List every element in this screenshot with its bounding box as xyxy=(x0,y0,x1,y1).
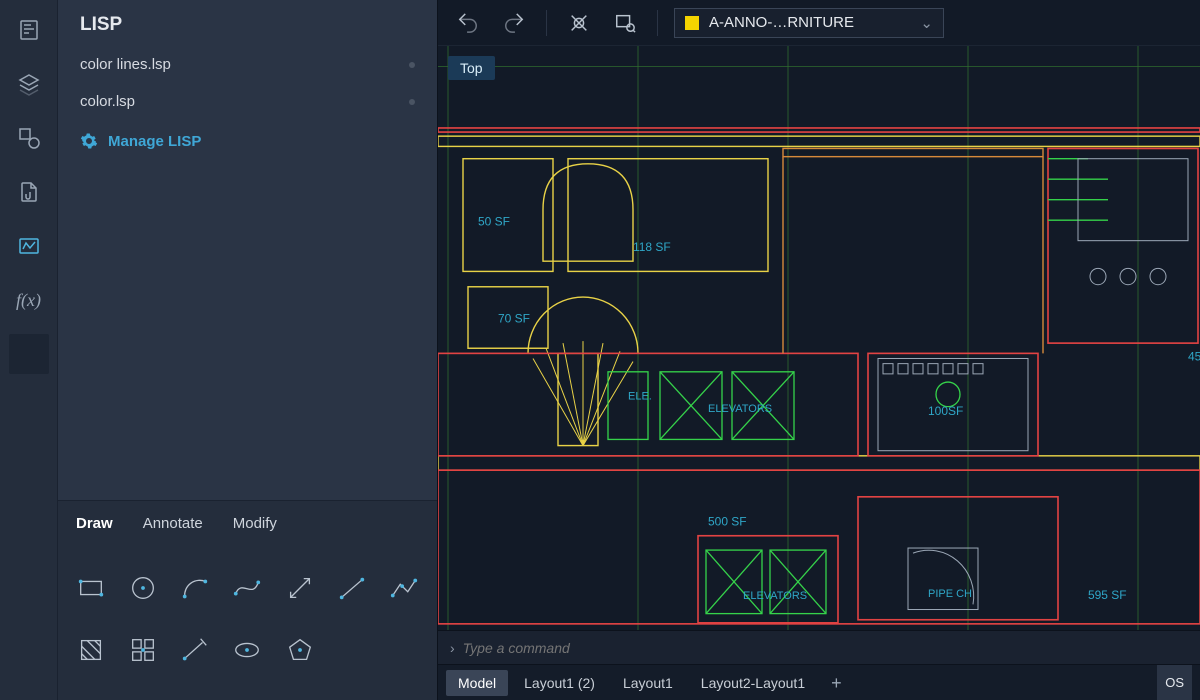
zoom-window-icon[interactable] xyxy=(609,7,641,39)
circle-tool-icon[interactable] xyxy=(120,560,166,616)
draw-tool-grid xyxy=(58,546,437,700)
blocks-panel-icon[interactable] xyxy=(9,118,49,158)
view-cube-label[interactable]: Top xyxy=(448,56,495,80)
svg-text:595 SF: 595 SF xyxy=(1088,588,1127,602)
properties-panel-icon[interactable] xyxy=(9,10,49,50)
command-line[interactable]: › xyxy=(438,630,1200,664)
layout-tab-model[interactable]: Model xyxy=(446,670,508,696)
move-tool-icon[interactable] xyxy=(277,560,323,616)
toolbar-separator xyxy=(546,10,547,36)
svg-text:70 SF: 70 SF xyxy=(498,311,530,325)
add-layout-button[interactable]: + xyxy=(821,669,852,697)
lisp-file-list: color lines.lsp color.lsp Manage LISP xyxy=(58,46,437,162)
top-toolbar: A-ANNO-…RNITURE ⌄ xyxy=(438,0,1200,46)
tab-annotate[interactable]: Annotate xyxy=(141,511,205,536)
toolbar-separator xyxy=(657,10,658,36)
command-input[interactable] xyxy=(463,640,1188,656)
main-area: A-ANNO-…RNITURE ⌄ Top xyxy=(438,0,1200,700)
dimension-tool-icon[interactable] xyxy=(172,622,218,678)
ellipse-tool-icon[interactable] xyxy=(224,622,270,678)
svg-text:45: 45 xyxy=(1188,349,1200,363)
lisp-file-row[interactable]: color lines.lsp xyxy=(58,46,437,83)
zoom-extents-icon[interactable] xyxy=(563,7,595,39)
lisp-file-row[interactable]: color.lsp xyxy=(58,83,437,120)
layer-dropdown[interactable]: A-ANNO-…RNITURE ⌄ xyxy=(674,8,944,38)
gear-icon xyxy=(80,132,98,150)
layout-tab[interactable]: Layout1 xyxy=(611,670,685,696)
attach-panel-icon[interactable] xyxy=(9,172,49,212)
lisp-panel-title: LISP xyxy=(58,0,437,46)
layout-tab-bar: Model Layout1 (2) Layout1 Layout2-Layout… xyxy=(438,664,1200,700)
layer-color-swatch xyxy=(685,16,699,30)
layout-tab[interactable]: Layout2-Layout1 xyxy=(689,670,817,696)
polyline-tool-icon[interactable] xyxy=(381,560,427,616)
spline-tool-icon[interactable] xyxy=(224,560,270,616)
lisp-file-name: color lines.lsp xyxy=(80,56,171,73)
floorplan-svg: 50 SF118 SF70 SFELE.ELEVATORS100SF500 SF… xyxy=(438,46,1200,630)
line-tool-icon[interactable] xyxy=(329,560,375,616)
trace-panel-icon[interactable] xyxy=(9,226,49,266)
left-icon-rail: f(x) xyxy=(0,0,58,700)
tab-modify[interactable]: Modify xyxy=(231,511,279,536)
undo-icon[interactable] xyxy=(452,7,484,39)
svg-text:500 SF: 500 SF xyxy=(708,514,747,528)
fx-panel-icon[interactable]: f(x) xyxy=(9,280,49,320)
left-panel: LISP color lines.lsp color.lsp Manage LI… xyxy=(58,0,438,700)
svg-text:50 SF: 50 SF xyxy=(478,214,510,228)
arc-tool-icon[interactable] xyxy=(172,560,218,616)
polygon-tool-icon[interactable] xyxy=(277,622,323,678)
tool-category-tabs: Draw Annotate Modify xyxy=(58,500,437,546)
layers-panel-icon[interactable] xyxy=(9,64,49,104)
rectangle-tool-icon[interactable] xyxy=(68,560,114,616)
file-status-dot xyxy=(409,99,415,105)
svg-text:ELEVATORS: ELEVATORS xyxy=(743,590,807,602)
svg-text:118 SF: 118 SF xyxy=(633,240,671,254)
layer-name-label: A-ANNO-…RNITURE xyxy=(709,14,854,31)
svg-text:PIPE CH: PIPE CH xyxy=(928,588,972,600)
hatch-tool-icon[interactable] xyxy=(68,622,114,678)
lisp-file-name: color.lsp xyxy=(80,93,135,110)
manage-lisp-button[interactable]: Manage LISP xyxy=(58,120,437,162)
file-status-dot xyxy=(409,62,415,68)
chevron-right-icon: › xyxy=(450,640,455,656)
status-osnap-chip[interactable]: OS xyxy=(1157,665,1192,700)
chevron-down-icon: ⌄ xyxy=(920,14,933,32)
drawing-canvas[interactable]: Top xyxy=(438,46,1200,630)
layout-tab[interactable]: Layout1 (2) xyxy=(512,670,607,696)
array-tool-icon[interactable] xyxy=(120,622,166,678)
manage-lisp-label: Manage LISP xyxy=(108,133,201,150)
tab-draw[interactable]: Draw xyxy=(74,511,115,536)
redo-icon[interactable] xyxy=(498,7,530,39)
rail-empty-slot xyxy=(9,334,49,374)
